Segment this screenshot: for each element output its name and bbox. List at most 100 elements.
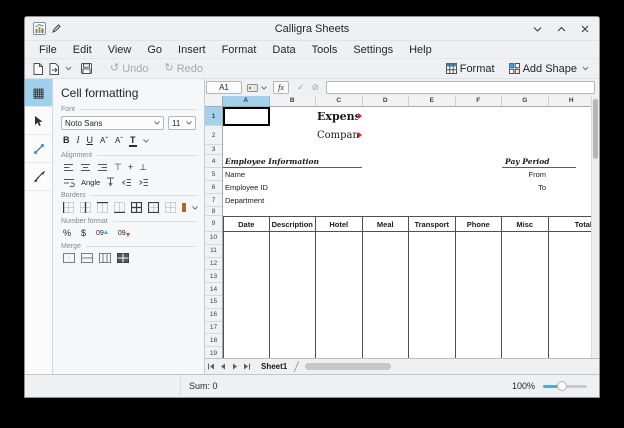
previous-sheet-button[interactable]	[217, 361, 229, 373]
cell-a5-name[interactable]: Name	[225, 168, 245, 181]
text-color-button[interactable]: T	[130, 135, 136, 146]
column-header-c[interactable]: C	[316, 96, 363, 106]
row-headers[interactable]: 12345678910111213141516171819	[205, 107, 223, 358]
row-header-5[interactable]: 5	[205, 168, 222, 181]
table-column-total[interactable]	[549, 232, 596, 358]
apply-formula-icon[interactable]: ✓	[297, 81, 305, 94]
named-area-chevron-icon[interactable]	[261, 86, 267, 90]
text-color-chevron-icon[interactable]	[143, 139, 149, 143]
expense-table-body-columns[interactable]	[223, 232, 596, 358]
column-header-f[interactable]: F	[456, 96, 503, 106]
column-header-a[interactable]: A	[223, 96, 270, 106]
border-top-button[interactable]	[97, 202, 108, 213]
formula-input[interactable]	[326, 81, 595, 94]
merge-horizontal-button[interactable]	[81, 253, 93, 263]
column-header-g[interactable]: G	[502, 96, 549, 106]
menu-tools[interactable]: Tools	[304, 41, 346, 59]
column-header-b[interactable]: B	[270, 96, 317, 106]
cell-c1-expense[interactable]: Expense	[317, 107, 358, 126]
align-bottom-button[interactable]: ⊥	[139, 162, 147, 173]
row-header-3[interactable]: 3	[205, 145, 222, 155]
italic-button[interactable]: I	[77, 135, 80, 146]
unmerge-cells-button[interactable]	[117, 253, 129, 263]
angle-button[interactable]: Angle	[81, 178, 100, 187]
last-sheet-button[interactable]	[241, 361, 253, 373]
shape-selection-tool[interactable]	[25, 107, 52, 135]
border-left-button[interactable]	[63, 202, 74, 213]
format-button[interactable]: Format	[446, 63, 495, 75]
border-outside-button[interactable]	[148, 202, 159, 213]
cell-formatting-tool[interactable]: ▦	[25, 79, 52, 107]
menu-edit[interactable]: Edit	[65, 41, 100, 59]
zoom-slider[interactable]	[543, 381, 587, 391]
align-center-button[interactable]	[80, 163, 91, 172]
redo-button[interactable]: ↻ Redo	[165, 63, 204, 75]
vertical-scrollbar-thumb[interactable]	[593, 99, 598, 159]
menu-view[interactable]: View	[100, 41, 140, 59]
cell-c2-company[interactable]: Compan	[317, 126, 358, 145]
column-header-e[interactable]: E	[409, 96, 456, 106]
increase-precision-button[interactable]: 09	[96, 230, 108, 237]
first-sheet-button[interactable]	[205, 361, 217, 373]
merge-cells-button[interactable]	[63, 253, 75, 263]
cell-grid[interactable]: 12345678910111213141516171819 Expense Co…	[205, 107, 599, 358]
align-top-button[interactable]: ⊤	[114, 162, 122, 173]
open-document-button[interactable]	[49, 63, 59, 75]
table-column-description[interactable]	[270, 232, 317, 358]
column-headers[interactable]: ABCDEFGH	[205, 96, 599, 107]
add-shape-button[interactable]: Add Shape	[509, 63, 589, 75]
cell-a7-department[interactable]: Department	[225, 194, 264, 207]
row-header-6[interactable]: 6	[205, 181, 222, 194]
row-header-19[interactable]: 19	[205, 347, 222, 358]
formula-function-button[interactable]: fx	[273, 81, 289, 94]
maximize-button[interactable]	[555, 23, 567, 35]
border-vertical-center-button[interactable]	[80, 202, 91, 213]
subscript-button[interactable]: Aˇ	[115, 135, 123, 146]
border-all-button[interactable]	[131, 202, 142, 213]
row-header-1[interactable]: 1	[205, 107, 222, 126]
cell-reference-box[interactable]: A1	[206, 81, 242, 94]
save-button[interactable]	[81, 63, 92, 74]
table-column-phone[interactable]	[456, 232, 503, 358]
row-header-13[interactable]: 13	[205, 270, 222, 283]
row-header-17[interactable]: 17	[205, 322, 222, 335]
column-header-d[interactable]: D	[363, 96, 410, 106]
border-color-button[interactable]	[182, 203, 186, 212]
minimize-button[interactable]	[531, 23, 543, 35]
horizontal-scrollbar-thumb[interactable]	[305, 363, 391, 370]
close-button[interactable]	[579, 23, 591, 35]
row-header-11[interactable]: 11	[205, 245, 222, 258]
menu-format[interactable]: Format	[214, 41, 265, 59]
row-header-16[interactable]: 16	[205, 309, 222, 322]
table-column-misc[interactable]	[502, 232, 549, 358]
cell-g5-from[interactable]: From	[502, 168, 546, 181]
table-column-date[interactable]	[223, 232, 270, 358]
table-column-transport[interactable]	[409, 232, 456, 358]
tab-sheet1[interactable]: Sheet1	[257, 361, 297, 372]
row-header-2[interactable]: 2	[205, 126, 222, 145]
menu-file[interactable]: File	[31, 41, 65, 59]
menu-data[interactable]: Data	[264, 41, 303, 59]
indent-increase-button[interactable]	[138, 178, 149, 187]
menu-insert[interactable]: Insert	[170, 41, 214, 59]
cell-a6-employee-id[interactable]: Employee ID	[225, 181, 268, 194]
new-document-button[interactable]	[33, 63, 43, 75]
connector-tool[interactable]	[25, 135, 52, 163]
row-header-15[interactable]: 15	[205, 296, 222, 309]
superscript-button[interactable]: Aˆ	[100, 135, 108, 146]
cancel-formula-icon[interactable]: ⊘	[312, 81, 320, 94]
zoom-slider-thumb[interactable]	[557, 381, 567, 391]
font-size-select[interactable]: 11	[168, 116, 196, 130]
border-none-button[interactable]	[165, 202, 176, 213]
align-left-button[interactable]	[63, 163, 74, 172]
currency-format-button[interactable]: $	[81, 228, 86, 238]
font-family-select[interactable]: Noto Sans	[61, 116, 164, 130]
row-header-8[interactable]: 8	[205, 207, 222, 216]
menu-go[interactable]: Go	[139, 41, 170, 59]
column-header-h[interactable]: H	[549, 96, 596, 106]
title-bar[interactable]: Calligra Sheets	[25, 17, 599, 41]
align-middle-button[interactable]: +	[128, 162, 133, 173]
selected-cell-a1[interactable]	[223, 107, 270, 126]
vertical-text-button[interactable]	[106, 177, 115, 187]
table-column-meal[interactable]	[363, 232, 410, 358]
